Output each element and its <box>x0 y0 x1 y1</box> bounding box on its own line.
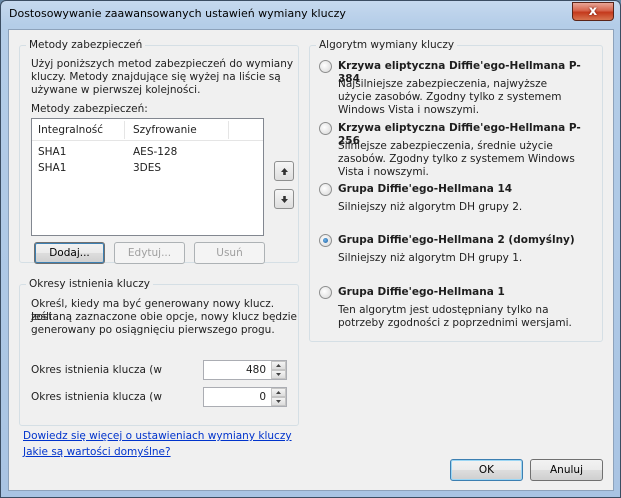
cancel-button[interactable]: Anuluj <box>530 459 603 481</box>
option-dh-group2-desc: Silniejszy niż algorytm DH grupy 1. <box>338 252 523 264</box>
key-lifetime-sessions-input[interactable]: 0 <box>203 387 287 407</box>
add-button[interactable]: Dodaj... <box>34 242 105 264</box>
spin-up-button[interactable] <box>271 361 286 370</box>
key-lifetime-minutes-label: Okres istnienia klucza (w <box>31 364 162 376</box>
security-methods-desc-line3: używane w pierwszej kolejności. <box>31 84 201 96</box>
spin-up-icon <box>276 364 281 367</box>
list-header: Integralność Szyfrowanie <box>32 119 263 141</box>
list-item[interactable]: SHA1 AES-128 <box>32 145 263 161</box>
dialog-client-area: Metody zabezpieczeń Użyj poniższych meto… <box>8 29 614 491</box>
option-dh-group1-title[interactable]: Grupa Diffie'ego-Hellmana 1 <box>338 286 505 299</box>
title-bar[interactable]: Dostosowywanie zaawansowanych ustawień w… <box>1 1 620 29</box>
row-encryption: 3DES <box>133 162 162 174</box>
key-lifetimes-legend: Okresy istnienia kluczy <box>26 278 153 290</box>
option-dh-group1-desc-line2: potrzeby zgodności z poprzednimi wersjam… <box>338 317 572 329</box>
spin-up-button[interactable] <box>271 388 286 397</box>
option-ecdh-p256-desc-line3: Vista i nowszymi. <box>338 166 429 178</box>
default-values-link[interactable]: Jakie są wartości domyślne? <box>23 446 171 458</box>
key-lifetimes-desc-line3: generowany po osiągnięciu pierwszego pro… <box>31 324 275 336</box>
security-methods-legend: Metody zabezpieczeń <box>26 39 146 51</box>
column-separator <box>228 121 229 139</box>
edit-button[interactable]: Edytuj... <box>114 242 185 264</box>
radio-dh-group14[interactable] <box>319 183 332 196</box>
row-integrity: SHA1 <box>38 146 67 158</box>
spin-down-icon <box>276 400 281 403</box>
remove-button[interactable]: Usuń <box>194 242 265 264</box>
key-lifetimes-group: Okresy istnienia kluczy Określ, kiedy ma… <box>19 278 299 426</box>
ok-button[interactable]: OK <box>450 459 523 481</box>
option-dh-group1-desc-line1: Ten algorytm jest udostępniany tylko na <box>338 304 549 316</box>
radio-dh-group1[interactable] <box>319 286 332 299</box>
spin-buttons <box>271 361 286 379</box>
dialog-window: Dostosowywanie zaawansowanych ustawień w… <box>0 0 621 498</box>
arrow-down-icon <box>280 195 288 203</box>
option-dh-group14-desc: Silniejszy niż algorytm DH grupy 2. <box>338 201 523 213</box>
security-methods-group: Metody zabezpieczeń Użyj poniższych meto… <box>19 39 299 264</box>
window-title: Dostosowywanie zaawansowanych ustawień w… <box>9 7 346 20</box>
spin-buttons <box>271 388 286 406</box>
security-methods-list[interactable]: Integralność Szyfrowanie SHA1 AES-128 SH… <box>31 118 264 236</box>
algorithm-legend: Algorytm wymiany kluczy <box>316 39 458 51</box>
radio-dh-group2[interactable] <box>319 234 332 247</box>
key-lifetime-minutes-value: 480 <box>245 364 266 376</box>
key-exchange-algorithm-group: Algorytm wymiany kluczy Krzywa eliptyczn… <box>309 39 603 342</box>
security-methods-desc-line2: kluczy. Metody znajdujące się wyżej na l… <box>31 71 281 83</box>
list-item[interactable]: SHA1 3DES <box>32 161 263 177</box>
option-dh-group14-title[interactable]: Grupa Diffie'ego-Hellmana 14 <box>338 183 512 196</box>
spin-up-icon <box>276 391 281 394</box>
key-lifetime-minutes-input[interactable]: 480 <box>203 360 287 380</box>
move-down-button[interactable] <box>274 189 294 209</box>
close-icon: x <box>588 4 598 19</box>
security-methods-list-label: Metody zabezpieczeń: <box>31 103 148 115</box>
row-integrity: SHA1 <box>38 162 67 174</box>
spin-down-button[interactable] <box>271 370 286 379</box>
key-lifetime-sessions-value: 0 <box>259 391 266 403</box>
arrow-up-icon <box>280 167 288 175</box>
option-ecdh-p384-desc-line3: Windows Vista i nowszymi. <box>338 104 480 116</box>
close-button[interactable]: x <box>572 2 614 21</box>
option-ecdh-p256-desc-line2: zasobów. Zgodny tylko z systemem Windows <box>338 153 575 165</box>
spin-down-button[interactable] <box>271 397 286 406</box>
radio-ecdh-p256[interactable] <box>319 122 332 135</box>
option-ecdh-p384-desc-line1: Najsilniejsze zabezpieczenia, najwyższe <box>338 78 548 90</box>
option-ecdh-p256-desc-line1: Silniejsze zabezpieczenia, średnie użyci… <box>338 140 553 152</box>
option-dh-group2-title[interactable]: Grupa Diffie'ego-Hellmana 2 (domyślny) <box>338 234 575 247</box>
learn-more-link[interactable]: Dowiedz się więcej o ustawieniach wymian… <box>23 430 292 442</box>
option-ecdh-p384-desc-line2: użycie zasobów. Zgodny tylko z systemem <box>338 91 562 103</box>
radio-ecdh-p384[interactable] <box>319 60 332 73</box>
column-separator <box>124 121 125 139</box>
spin-down-icon <box>276 373 281 376</box>
security-methods-desc-line1: Użyj poniższych metod zabezpieczeń do wy… <box>31 58 294 70</box>
key-lifetimes-desc-line2: zostaną zaznaczone obie opcje, nowy kluc… <box>31 311 297 323</box>
column-integrity[interactable]: Integralność <box>38 124 103 136</box>
move-up-button[interactable] <box>274 161 294 181</box>
column-encryption[interactable]: Szyfrowanie <box>133 124 197 136</box>
row-encryption: AES-128 <box>133 146 178 158</box>
key-lifetime-sessions-label: Okres istnienia klucza (w <box>31 391 162 403</box>
